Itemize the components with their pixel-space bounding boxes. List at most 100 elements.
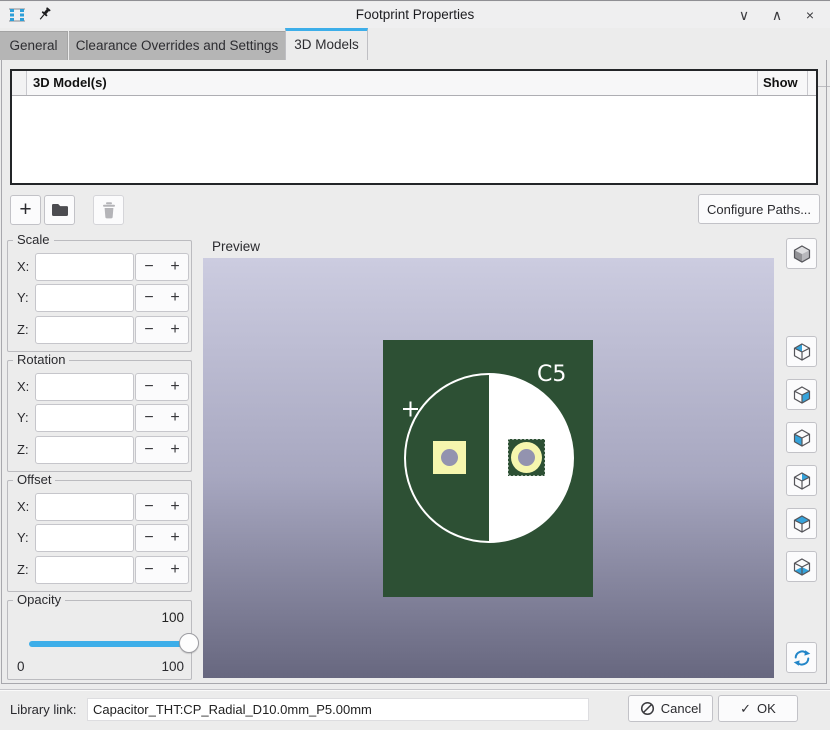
cancel-label: Cancel (661, 701, 701, 716)
ok-button[interactable]: ✓ OK (718, 695, 798, 722)
scale-z-input[interactable] (35, 316, 134, 344)
scale-y-label: Y: (17, 284, 35, 312)
spin-up-button[interactable]: + (162, 405, 188, 431)
rotation-y-label: Y: (17, 404, 35, 432)
reload-preview-button[interactable] (786, 642, 817, 673)
view-front-button[interactable] (786, 422, 817, 453)
reference-designator: C5 (537, 362, 566, 387)
spin-up-button[interactable]: + (162, 437, 188, 463)
orthographic-projection-button[interactable] (786, 238, 817, 269)
no-entry-icon (640, 701, 655, 716)
spin-up-button[interactable]: + (162, 285, 188, 311)
opacity-group-title: Opacity (13, 592, 65, 607)
tab-3d-models[interactable]: 3D Models (285, 28, 368, 60)
maximize-button[interactable]: ∧ (767, 5, 787, 25)
scale-y-input[interactable] (35, 284, 134, 312)
scale-group-title: Scale (13, 232, 54, 247)
check-icon: ✓ (740, 701, 751, 717)
opacity-group: Opacity 100 0 100 (7, 600, 192, 680)
footprint-board: C5 (383, 340, 593, 597)
offset-x-label: X: (17, 493, 35, 521)
browse-model-button[interactable] (44, 195, 75, 225)
offset-y-input[interactable] (35, 524, 134, 552)
offset-x-input[interactable] (35, 493, 134, 521)
spin-down-button[interactable]: − (136, 525, 162, 551)
spin-down-button[interactable]: − (136, 317, 162, 343)
offset-group-title: Offset (13, 472, 55, 487)
view-right-button[interactable] (786, 379, 817, 410)
view-bottom-button[interactable] (786, 551, 817, 582)
tab-clearance-overrides[interactable]: Clearance Overrides and Settings (69, 31, 285, 60)
folder-icon (49, 199, 71, 221)
view-front-cube-icon (791, 427, 813, 449)
minimize-button[interactable]: ∨ (734, 5, 754, 25)
opacity-slider-handle[interactable] (179, 633, 199, 653)
reload-icon (791, 647, 813, 669)
spin-down-button[interactable]: − (136, 557, 162, 583)
view-top-button[interactable] (786, 508, 817, 539)
scale-y-spinner: − + (135, 284, 189, 312)
model-table-body[interactable] (12, 96, 816, 183)
scale-x-input[interactable] (35, 253, 134, 281)
rotation-y-input[interactable] (35, 404, 134, 432)
opacity-min-label: 0 (17, 659, 25, 674)
spin-down-button[interactable]: − (136, 437, 162, 463)
spin-down-button[interactable]: − (136, 254, 162, 280)
orthographic-cube-icon (791, 243, 813, 265)
pad-1-selected (508, 439, 545, 476)
view-back-button[interactable] (786, 465, 817, 496)
delete-model-button[interactable] (93, 195, 124, 225)
titlebar: Footprint Properties ∨ ∧ × (0, 2, 830, 28)
model-table-corner-cell (12, 71, 27, 95)
offset-y-label: Y: (17, 524, 35, 552)
spin-down-button[interactable]: − (136, 494, 162, 520)
offset-z-input[interactable] (35, 556, 134, 584)
spin-up-button[interactable]: + (162, 494, 188, 520)
scale-x-label: X: (17, 253, 35, 281)
library-link-field[interactable] (87, 698, 589, 721)
pad-2 (433, 441, 466, 474)
spin-down-button[interactable]: − (136, 285, 162, 311)
opacity-slider-track[interactable] (29, 641, 186, 647)
view-left-button[interactable] (786, 336, 817, 367)
offset-x-spinner: − + (135, 493, 189, 521)
configure-paths-label: Configure Paths... (707, 202, 811, 217)
spin-up-button[interactable]: + (162, 374, 188, 400)
configure-paths-button[interactable]: Configure Paths... (698, 194, 820, 224)
view-left-cube-icon (791, 341, 813, 363)
rotation-z-spinner: − + (135, 436, 189, 464)
spin-up-button[interactable]: + (162, 254, 188, 280)
spin-up-button[interactable]: + (162, 317, 188, 343)
column-header-show: Show (758, 71, 808, 95)
model-table-filler-cell (808, 71, 816, 95)
view-top-cube-icon (791, 513, 813, 535)
rotation-x-input[interactable] (35, 373, 134, 401)
rotation-z-input[interactable] (35, 436, 134, 464)
offset-y-spinner: − + (135, 524, 189, 552)
offset-z-spinner: − + (135, 556, 189, 584)
offset-group: Offset X: − + Y: − + Z: − + (7, 480, 192, 592)
opacity-max-label: 100 (161, 659, 184, 674)
rotation-y-spinner: − + (135, 404, 189, 432)
spin-down-button[interactable]: − (136, 405, 162, 431)
opacity-value: 100 (161, 610, 184, 625)
cancel-button[interactable]: Cancel (628, 695, 713, 722)
view-right-cube-icon (791, 384, 813, 406)
spin-up-button[interactable]: + (162, 557, 188, 583)
scale-z-spinner: − + (135, 316, 189, 344)
scale-x-spinner: − + (135, 253, 189, 281)
tab-general[interactable]: General (0, 31, 68, 60)
footer-separator-highlight (0, 690, 830, 691)
offset-z-label: Z: (17, 556, 35, 584)
close-button[interactable]: × (800, 5, 820, 25)
model-table: 3D Model(s) Show (10, 69, 818, 185)
panel-border-bottom (1, 683, 827, 684)
view-back-cube-icon (791, 470, 813, 492)
spin-up-button[interactable]: + (162, 525, 188, 551)
opacity-slider[interactable] (29, 640, 186, 648)
add-model-button[interactable]: + (10, 195, 41, 225)
scale-group: Scale X: − + Y: − + Z: − + (7, 240, 192, 352)
spin-down-button[interactable]: − (136, 374, 162, 400)
scale-z-label: Z: (17, 316, 35, 344)
preview-3d-viewport[interactable]: C5 (203, 258, 774, 678)
